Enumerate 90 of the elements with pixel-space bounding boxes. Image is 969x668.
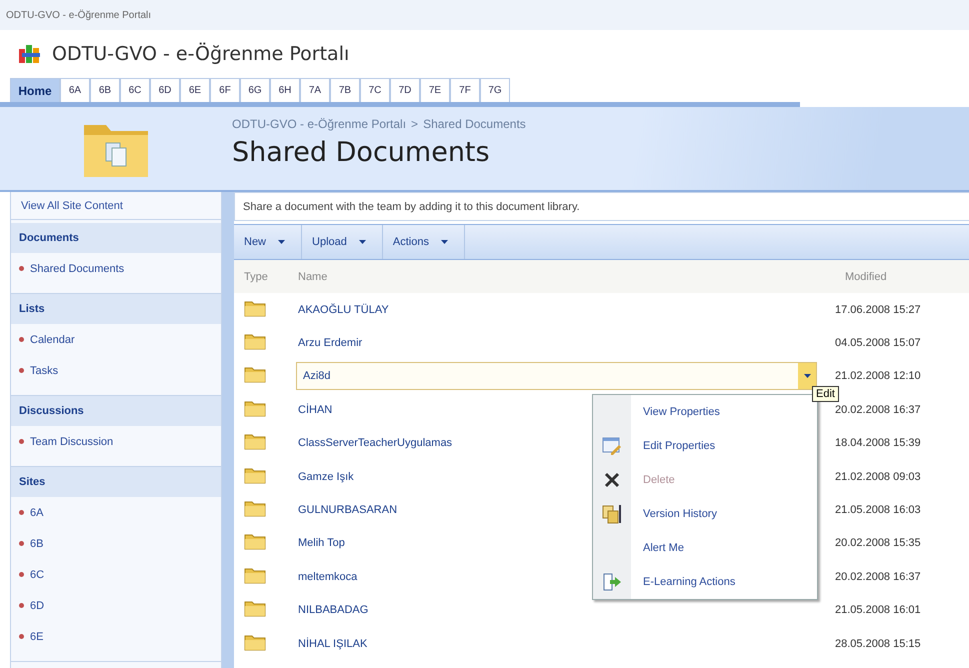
library-description: Share a document with the team by adding it to this document library. (234, 192, 969, 221)
folder-icon (244, 466, 266, 484)
nav-link[interactable]: 6D (30, 600, 44, 612)
folder-icon (244, 366, 266, 384)
nav-tab[interactable]: 6F (210, 78, 240, 102)
bullet-icon (19, 603, 24, 608)
nav-link[interactable]: 6E (30, 630, 44, 642)
item-name-link[interactable]: NİHAL IŞILAK (296, 638, 368, 650)
nav-tab[interactable]: 7B (330, 78, 360, 102)
item-name-link[interactable]: meltemkoca (296, 570, 358, 583)
nav-heading[interactable]: Sites (11, 467, 221, 497)
item-name-link[interactable]: ClassServerTeacherUygulamas (296, 437, 452, 450)
nav-tab[interactable]: 6D (150, 78, 180, 102)
selected-item-field[interactable]: Azi8d (296, 362, 817, 390)
bullet-icon (19, 266, 24, 271)
nav-tab[interactable]: 7F (450, 78, 480, 102)
bullet-icon (19, 634, 24, 639)
bullet-icon (19, 368, 24, 373)
item-name-link[interactable]: GULNURBASARAN (296, 504, 398, 516)
nav-link[interactable]: Shared Documents (30, 262, 124, 274)
table-cell-text: 21.02.2008 12:10 (835, 370, 922, 382)
table-cell-text: 21.02.2008 09:03 (835, 470, 922, 483)
nav-tab[interactable]: Home (10, 78, 60, 102)
toolbar-menu-button[interactable]: Actions (382, 225, 465, 259)
folder-icon (244, 433, 266, 450)
toolbar-menu-button[interactable]: Upload (302, 225, 383, 259)
folder-icon (244, 300, 266, 317)
nav-tab[interactable]: 6A (60, 78, 90, 102)
table-cell-text: 21.05.2008 16:01 (835, 604, 922, 616)
bullet-icon (19, 572, 24, 577)
menu-item[interactable]: Version History (593, 497, 817, 531)
breadcrumb-separator: > (411, 117, 418, 131)
edit-form-icon (602, 436, 622, 456)
document-arrow-icon (602, 572, 622, 592)
nav-link[interactable]: Tasks (30, 364, 58, 376)
nav-tab[interactable]: 7D (390, 78, 420, 102)
table-cell-text: 20.02.2008 16:37 (835, 404, 922, 416)
site-title: ODTU-GVO - e-Öğrenme Portalı (52, 43, 350, 65)
folder-icon (244, 500, 266, 518)
nav-link[interactable]: 6C (30, 568, 44, 580)
nav-heading[interactable]: Documents (11, 223, 221, 253)
folder-icon (244, 566, 266, 584)
table-cell-text: 20.02.2008 15:35 (835, 537, 922, 550)
item-name-link[interactable]: NILBABADAG (296, 604, 368, 616)
table-cell-text: 21.05.2008 16:03 (835, 504, 922, 516)
nav-tab[interactable]: 6E (180, 78, 210, 102)
folder-icon (244, 600, 266, 618)
bullet-icon (19, 510, 24, 515)
menu-item[interactable]: Alert Me (593, 531, 817, 565)
table-cell-text: 17.06.2008 15:27 (835, 304, 922, 316)
folder-icon (244, 634, 266, 651)
bullet-icon (19, 541, 24, 546)
item-name-link[interactable]: Arzu Erdemir (296, 337, 362, 350)
bullet-icon (19, 439, 24, 444)
item-name-link[interactable]: CİHAN (296, 404, 332, 416)
view-all-link[interactable]: View All Site Content (11, 192, 221, 220)
nav-heading[interactable]: Discussions (11, 396, 221, 426)
nav-tab[interactable]: 6H (270, 78, 300, 102)
nav-tab[interactable]: 7A (300, 78, 330, 102)
item-name-link[interactable]: AKAOĞLU TÜLAY (296, 304, 389, 316)
table-cell-text: 28.05.2008 15:15 (835, 638, 922, 650)
caret-icon (804, 374, 810, 378)
nav-tab[interactable]: 7C (360, 78, 390, 102)
delete-icon (604, 472, 620, 488)
nav-link[interactable]: 6B (30, 538, 44, 550)
item-name-link[interactable]: Melih Top (296, 537, 345, 550)
nav-tab[interactable]: 6G (240, 78, 270, 102)
folder-icon (244, 533, 266, 550)
folder-icon (244, 333, 266, 350)
nav-tab[interactable]: 6B (90, 78, 120, 102)
nav-link[interactable]: Calendar (30, 334, 75, 346)
nav-link[interactable]: Team Discussion (30, 436, 114, 448)
nav-tab[interactable]: 7E (420, 78, 450, 102)
table-cell-text: 20.02.2008 16:37 (835, 570, 922, 583)
nav-link[interactable]: 6A (30, 506, 44, 518)
nav-tab[interactable]: 7G (480, 78, 510, 102)
table-cell-text: 04.05.2008 15:07 (835, 337, 922, 350)
menu-item[interactable]: Edit Properties (593, 429, 817, 463)
tooltip: Edit (812, 386, 839, 402)
version-history-icon (601, 503, 623, 525)
browser-title: ODTU-GVO - e-Öğrenme Portalı (6, 10, 152, 20)
item-name-link[interactable]: Gamze Işık (296, 470, 354, 483)
table-cell-text: 18.04.2008 15:39 (835, 437, 922, 450)
nav-heading[interactable]: Lists (11, 294, 221, 324)
toolbar-menu-button[interactable]: New (234, 225, 302, 259)
menu-item[interactable]: E-Learning Actions (593, 565, 817, 599)
nav-tab[interactable]: 6C (120, 78, 150, 102)
bullet-icon (19, 337, 24, 342)
folder-icon (244, 400, 266, 417)
page-title: Shared Documents (232, 137, 491, 168)
